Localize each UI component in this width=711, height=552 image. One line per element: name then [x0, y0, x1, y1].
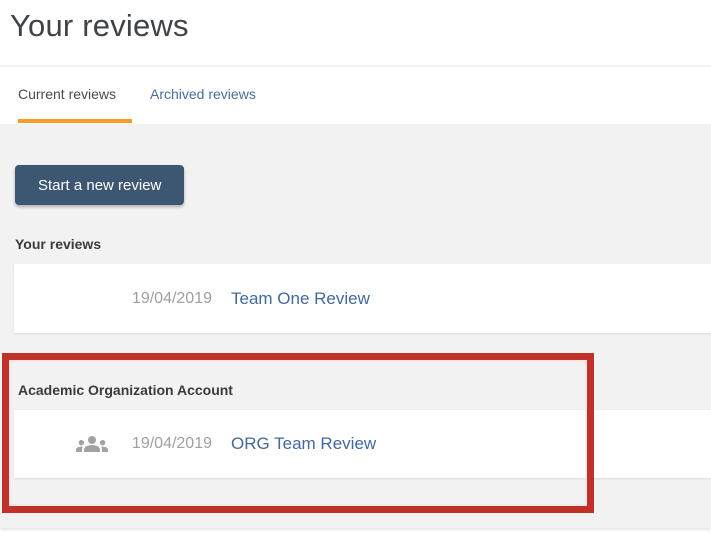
- your-reviews-page: Your reviews Current reviews Archived re…: [0, 0, 711, 552]
- review-row-org-team[interactable]: 19/04/2019 ORG Team Review: [14, 410, 711, 478]
- tab-archived-reviews[interactable]: Archived reviews: [150, 86, 256, 102]
- page-title: Your reviews: [10, 8, 189, 43]
- section-heading-academic-organization-account: Academic Organization Account: [18, 382, 233, 398]
- header-divider: [0, 65, 711, 67]
- reviews-content-panel: Start a new review Your reviews 19/04/20…: [0, 124, 711, 528]
- section-heading-your-reviews: Your reviews: [15, 236, 102, 252]
- active-tab-underline: [18, 119, 132, 123]
- review-link-org-team[interactable]: ORG Team Review: [231, 434, 376, 454]
- tab-current-reviews[interactable]: Current reviews: [18, 86, 116, 102]
- review-date: 19/04/2019: [131, 289, 212, 307]
- review-row-team-one[interactable]: 19/04/2019 Team One Review: [14, 264, 711, 333]
- start-new-review-button[interactable]: Start a new review: [15, 165, 185, 205]
- review-link-team-one[interactable]: Team One Review: [231, 289, 370, 309]
- review-date: 19/04/2019: [131, 435, 212, 452]
